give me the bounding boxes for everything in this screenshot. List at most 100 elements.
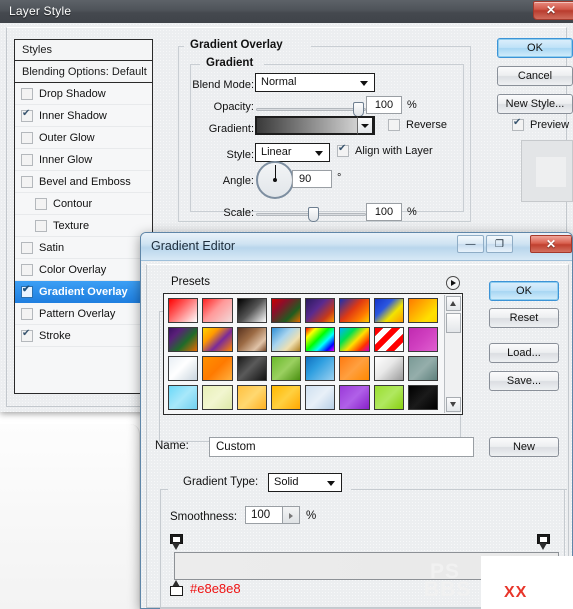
gradient-dropdown-button[interactable]	[357, 116, 374, 135]
ge-save-button[interactable]: Save...	[489, 371, 559, 391]
preview-checkbox-row[interactable]: Preview	[512, 117, 569, 131]
preset-swatch[interactable]	[305, 356, 336, 381]
preset-swatch[interactable]	[305, 385, 336, 410]
checkbox-texture[interactable]	[35, 219, 47, 232]
preset-swatch[interactable]	[339, 298, 370, 323]
gradient-type-select[interactable]: Solid	[268, 473, 342, 492]
ge-load-button[interactable]: Load...	[489, 343, 559, 363]
preset-swatch[interactable]	[339, 385, 370, 410]
checkbox-pattern-overlay[interactable]	[21, 307, 33, 320]
presets-swatch-panel[interactable]	[163, 293, 463, 415]
scroll-up-icon[interactable]	[446, 296, 461, 311]
style-row-bevel-and-emboss[interactable]: Bevel and Emboss	[15, 171, 152, 193]
preset-swatch[interactable]	[270, 356, 301, 381]
preset-swatch[interactable]	[373, 298, 404, 323]
style-row-stroke[interactable]: Stroke	[15, 325, 152, 347]
checkbox-inner-glow[interactable]	[21, 153, 33, 166]
preset-swatch[interactable]	[305, 298, 336, 323]
checkbox-drop-shadow[interactable]	[21, 87, 33, 100]
style-row-pattern-overlay[interactable]: Pattern Overlay	[15, 303, 152, 325]
preset-swatch[interactable]	[339, 327, 370, 352]
new-style-button[interactable]: New Style...	[497, 94, 573, 114]
preset-swatch[interactable]	[270, 327, 301, 352]
scrollbar-thumb[interactable]	[446, 313, 461, 333]
chevron-down-icon	[327, 481, 335, 486]
preset-swatch[interactable]	[236, 298, 267, 323]
gradient-style-select[interactable]: Linear	[255, 143, 330, 162]
preset-swatch[interactable]	[407, 327, 438, 352]
style-row-inner-shadow[interactable]: Inner Shadow	[15, 105, 152, 127]
preset-swatch[interactable]	[236, 385, 267, 410]
preset-swatch[interactable]	[407, 356, 438, 381]
preset-swatch[interactable]	[407, 385, 438, 410]
preset-swatch[interactable]	[270, 385, 301, 410]
checkbox-inner-shadow[interactable]	[21, 108, 33, 122]
preset-swatch[interactable]	[236, 327, 267, 352]
preset-swatch[interactable]	[270, 298, 301, 323]
blend-mode-select[interactable]: Normal	[255, 73, 375, 92]
style-row-texture[interactable]: Texture	[15, 215, 152, 237]
scale-input[interactable]: 100	[366, 203, 402, 221]
angle-input[interactable]: 90	[292, 170, 332, 188]
ge-new-button[interactable]: New	[489, 437, 559, 457]
style-row-inner-glow[interactable]: Inner Glow	[15, 149, 152, 171]
preset-swatch[interactable]	[373, 356, 404, 381]
style-row-satin[interactable]: Satin	[15, 237, 152, 259]
style-row-color-overlay[interactable]: Color Overlay	[15, 259, 152, 281]
preset-swatch[interactable]	[168, 298, 199, 323]
presets-scrollbar[interactable]	[444, 295, 461, 413]
close-icon[interactable]: ✕	[530, 235, 572, 253]
checkbox-bevel-and-emboss[interactable]	[21, 175, 33, 188]
checkbox-gradient-overlay[interactable]	[21, 284, 33, 298]
cancel-button[interactable]: Cancel	[497, 66, 573, 86]
checkbox-align-with-layer[interactable]	[337, 143, 349, 157]
smoothness-input[interactable]: 100	[245, 506, 283, 524]
scale-slider-knob[interactable]	[308, 207, 319, 222]
ok-button[interactable]: OK	[497, 38, 573, 58]
checkbox-preview[interactable]	[512, 117, 524, 131]
checkbox-stroke[interactable]	[21, 328, 33, 342]
checkbox-satin[interactable]	[21, 241, 33, 254]
preset-swatch[interactable]	[168, 327, 199, 352]
style-row-contour[interactable]: Contour	[15, 193, 152, 215]
scroll-down-icon[interactable]	[446, 397, 461, 412]
ge-ok-button[interactable]: OK	[489, 281, 559, 301]
maximize-icon[interactable]: ❐	[486, 235, 513, 253]
blending-options-row[interactable]: Blending Options: Default	[15, 61, 152, 83]
opacity-slider-knob[interactable]	[353, 102, 364, 117]
preset-swatch[interactable]	[407, 298, 438, 323]
preset-swatch[interactable]	[202, 327, 233, 352]
close-icon[interactable]: ✕	[533, 1, 573, 20]
style-row-gradient-overlay[interactable]: Gradient Overlay	[15, 281, 152, 303]
style-label: Pattern Overlay	[39, 307, 116, 320]
presets-menu-icon[interactable]	[446, 276, 460, 290]
preset-swatch-grid[interactable]	[166, 296, 440, 414]
reverse-checkbox-row[interactable]: Reverse	[388, 119, 447, 131]
gradient-name-input[interactable]: Custom	[209, 437, 474, 457]
style-row-outer-glow[interactable]: Outer Glow	[15, 127, 152, 149]
smoothness-spinner-icon[interactable]	[283, 506, 300, 524]
preset-swatch[interactable]	[339, 356, 370, 381]
align-with-layer-row[interactable]: Align with Layer	[337, 143, 433, 157]
preset-swatch[interactable]	[202, 385, 233, 410]
style-row-drop-shadow[interactable]: Drop Shadow	[15, 83, 152, 105]
checkbox-color-overlay[interactable]	[21, 263, 33, 276]
preset-swatch[interactable]	[236, 356, 267, 381]
checkbox-contour[interactable]	[35, 197, 47, 210]
checkbox-outer-glow[interactable]	[21, 131, 33, 144]
preset-swatch[interactable]	[373, 385, 404, 410]
checkbox-reverse[interactable]	[388, 119, 400, 131]
preset-swatch[interactable]	[305, 327, 336, 352]
preset-swatch[interactable]	[202, 298, 233, 323]
opacity-input[interactable]: 100	[366, 96, 402, 114]
preset-swatch[interactable]	[168, 385, 199, 410]
opacity-stop-left[interactable]	[170, 534, 183, 550]
preset-swatch[interactable]	[373, 327, 404, 352]
preset-swatch[interactable]	[202, 356, 233, 381]
minimize-icon[interactable]: —	[457, 235, 484, 253]
color-stop-left[interactable]	[170, 580, 183, 596]
preset-swatch[interactable]	[168, 356, 199, 381]
opacity-stop-right[interactable]	[537, 534, 550, 550]
ge-reset-button[interactable]: Reset	[489, 308, 559, 328]
angle-dial[interactable]	[256, 161, 294, 199]
